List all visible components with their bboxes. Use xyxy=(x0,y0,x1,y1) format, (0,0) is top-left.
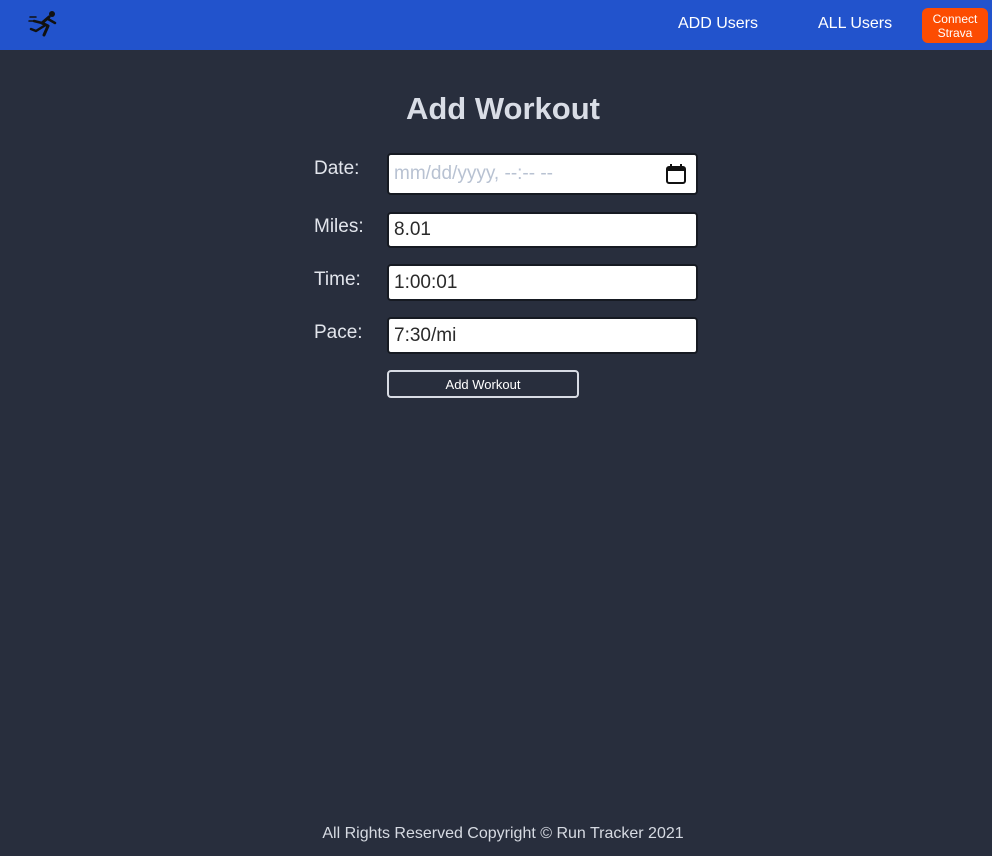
miles-label: Miles: xyxy=(314,216,364,237)
footer-copyright: All Rights Reserved Copyright © Run Trac… xyxy=(322,825,684,842)
nav-add-users-link[interactable]: ADD Users xyxy=(678,15,758,33)
calendar-icon[interactable] xyxy=(665,163,687,185)
nav-all-users-link[interactable]: ALL Users xyxy=(818,15,892,33)
pace-label: Pace: xyxy=(314,322,363,343)
connect-strava-line2: Strava xyxy=(937,25,973,40)
date-field[interactable] xyxy=(387,153,698,195)
connect-strava-button[interactable]: Connect Strava xyxy=(922,8,988,43)
miles-field[interactable] xyxy=(387,212,698,248)
time-label: Time: xyxy=(314,269,361,290)
date-label: Date: xyxy=(314,158,360,179)
pace-field[interactable] xyxy=(387,317,698,354)
page-title: Add Workout xyxy=(405,91,600,126)
time-field[interactable] xyxy=(387,264,698,301)
add-workout-button[interactable]: Add Workout xyxy=(387,370,579,398)
connect-strava-line1: Connect xyxy=(932,11,978,26)
top-navbar: ADD Users ALL Users Connect Strava xyxy=(0,0,992,50)
runner-icon[interactable] xyxy=(28,9,62,39)
